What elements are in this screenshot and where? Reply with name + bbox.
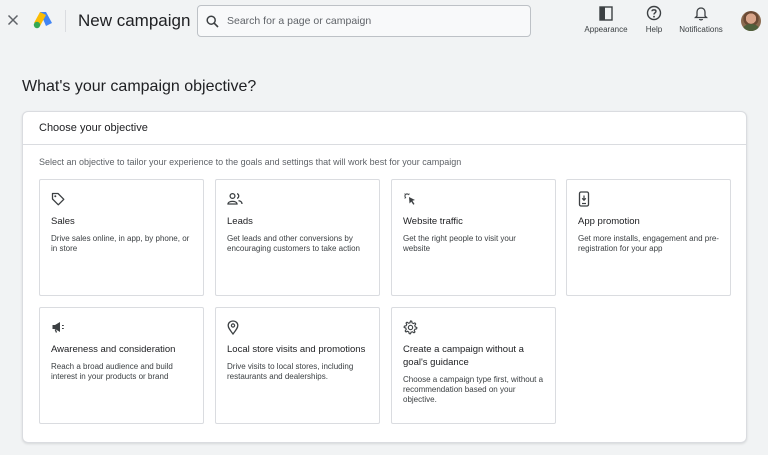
header-divider (65, 10, 66, 32)
objective-description: Drive visits to local stores, including … (227, 362, 354, 381)
objective-name: Awareness and consideration (51, 344, 176, 355)
objective-description: Get more installs, engagement and pre-re… (578, 234, 719, 253)
objective-card: Choose your objective Select an objectiv… (22, 111, 747, 443)
objective-description: Reach a broad audience and build interes… (51, 362, 173, 381)
objective-name: Leads (227, 216, 253, 227)
objective-description: Choose a campaign type first, without a … (403, 375, 544, 404)
tag-icon (51, 192, 65, 206)
objective-description: Drive sales online, in app, by phone, or… (51, 234, 190, 253)
notifications-button[interactable]: Notifications (676, 4, 726, 38)
close-icon (7, 14, 19, 26)
people-icon (227, 192, 243, 205)
search-icon (206, 14, 219, 28)
objective-name: Sales (51, 216, 75, 227)
objective-awareness[interactable]: Awareness and consideration Reach a broa… (39, 307, 204, 424)
search-box[interactable] (197, 5, 531, 37)
help-button[interactable]: Help (641, 4, 667, 38)
objective-name: Website traffic (403, 216, 463, 227)
close-button[interactable] (5, 12, 21, 28)
objective-heading: What's your campaign objective? (22, 78, 257, 95)
help-label: Help (645, 25, 663, 34)
objective-leads[interactable]: Leads Get leads and other conversions by… (215, 179, 380, 296)
objective-description: Get leads and other conversions by encou… (227, 234, 360, 253)
card-subtitle: Select an objective to tailor your exper… (39, 157, 462, 167)
bell-icon (694, 7, 708, 21)
location-pin-icon (227, 319, 239, 335)
phone-icon (578, 191, 590, 207)
appearance-button[interactable]: Appearance (583, 4, 629, 38)
objective-name: Local store visits and promotions (227, 344, 366, 355)
objective-name: Create a campaign without a goal's guida… (403, 344, 524, 368)
avatar[interactable] (741, 11, 761, 31)
megaphone-icon (52, 322, 64, 333)
notifications-label: Notifications (679, 25, 723, 34)
objective-name: App promotion (578, 216, 640, 227)
gear-icon (403, 319, 418, 334)
card-title: Choose your objective (23, 112, 746, 145)
search-input[interactable] (227, 15, 517, 27)
cursor-click-icon (404, 193, 415, 205)
appearance-label: Appearance (584, 25, 628, 34)
objective-local-store[interactable]: Local store visits and promotions Drive … (215, 307, 380, 424)
appearance-icon (599, 6, 613, 21)
objective-website-traffic[interactable]: Website traffic Get the right people to … (391, 179, 556, 296)
top-bar: New campaign Appearance Help (0, 0, 768, 44)
page-title: New campaign (78, 11, 191, 30)
objective-app-promotion[interactable]: App promotion Get more installs, engagem… (566, 179, 731, 296)
google-ads-logo (33, 11, 53, 29)
objective-description: Get the right people to visit your websi… (403, 234, 516, 253)
help-icon (646, 5, 662, 21)
objective-sales[interactable]: Sales Drive sales online, in app, by pho… (39, 179, 204, 296)
objective-no-goal[interactable]: Create a campaign without a goal's guida… (391, 307, 556, 424)
